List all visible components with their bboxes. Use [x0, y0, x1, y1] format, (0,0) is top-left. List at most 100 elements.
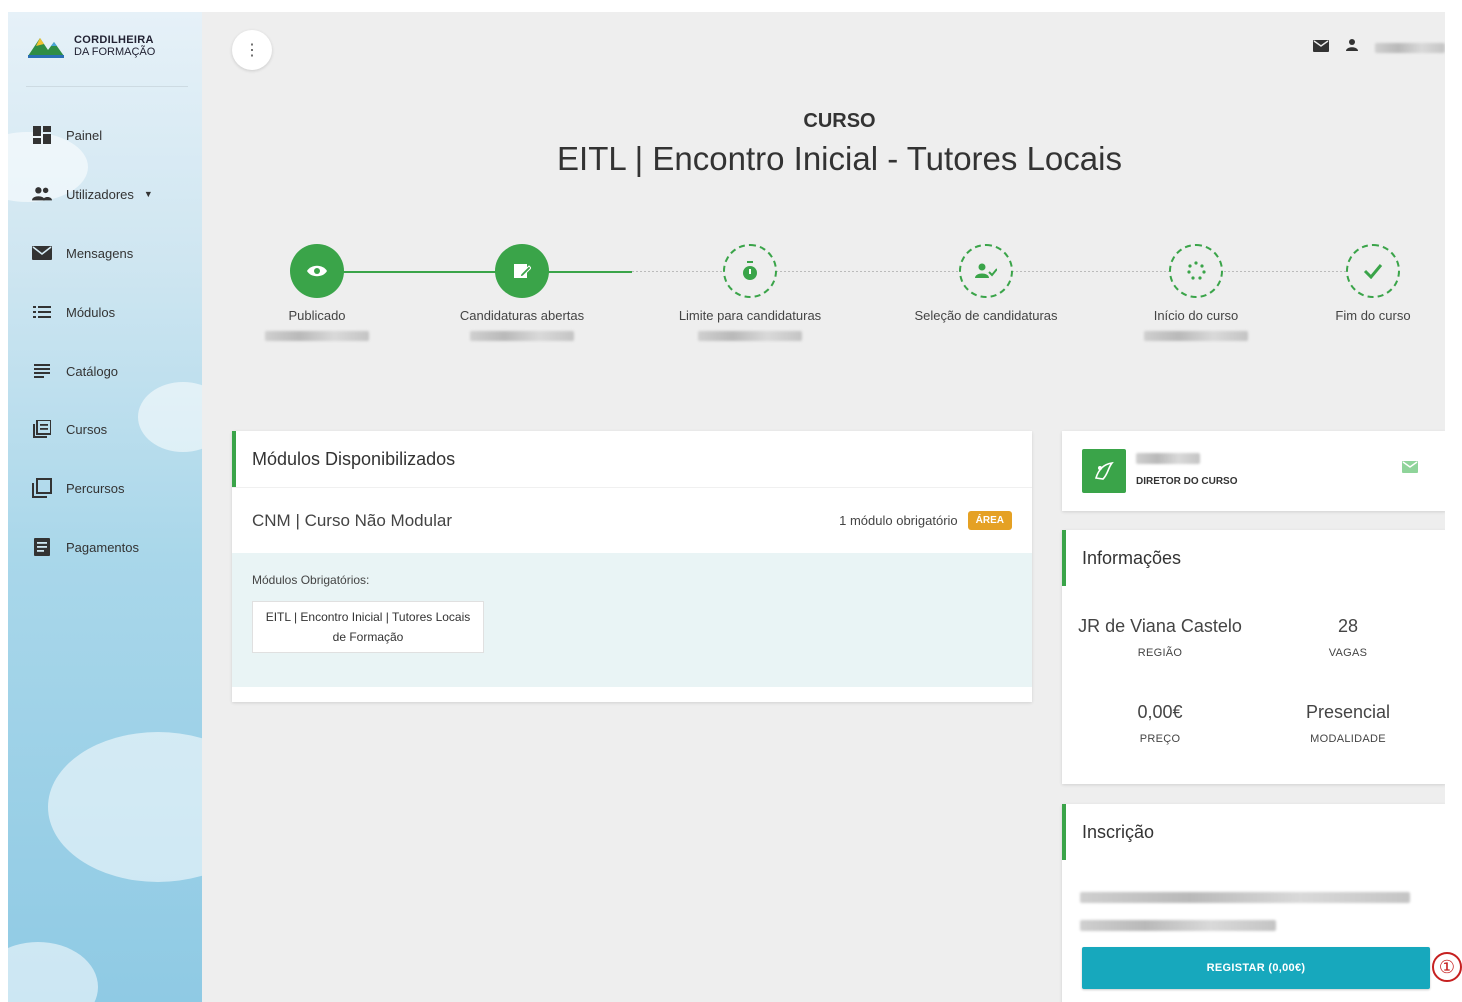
brand-logo[interactable]: CORDILHEIRA DA FORMAÇÃO [26, 32, 155, 60]
register-button[interactable]: REGISTAR (0,00€) [1082, 947, 1430, 989]
director-name-redacted [1136, 453, 1200, 464]
users-icon [32, 184, 52, 204]
sidebar-item-percursos[interactable]: Percursos [32, 478, 125, 498]
topbar-actions [1313, 38, 1445, 57]
step-date-redacted [470, 331, 574, 341]
director-card: DIRETOR DO CURSO [1062, 431, 1445, 511]
sidebar-item-painel[interactable]: Painel [32, 125, 102, 145]
info-region: JR de Viana Castelo REGIÃO [1064, 616, 1256, 659]
user-check-icon [959, 244, 1013, 298]
brand-line-1: CORDILHEIRA [74, 34, 154, 46]
info-card: Informações JR de Viana Castelo REGIÃO 2… [1062, 530, 1445, 784]
step-inicio-curso: Início do curso [1106, 244, 1286, 346]
payments-icon [32, 537, 52, 557]
module-chip[interactable]: EITL | Encontro Inicial | Tutores Locais… [252, 601, 484, 653]
director-avatar [1082, 449, 1126, 493]
sidebar-item-cursos[interactable]: Cursos [32, 419, 107, 439]
sidebar-item-label: Mensagens [66, 245, 134, 261]
list-icon [32, 302, 52, 322]
divider [26, 86, 188, 87]
more-options-button[interactable]: ⋮ [232, 30, 272, 70]
sidebar-item-label: Utilizadores [66, 186, 134, 202]
step-date-redacted [265, 331, 369, 341]
check-icon [1346, 244, 1400, 298]
edit-icon [495, 244, 549, 298]
sidebar-item-label: Painel [66, 127, 103, 143]
sidebar-item-label: Cursos [66, 421, 108, 437]
step-label: Candidaturas abertas [459, 308, 585, 323]
step-publicado: Publicado [227, 244, 407, 346]
user-icon[interactable] [1345, 38, 1359, 57]
signup-note-redacted [1080, 890, 1445, 936]
course-kicker: CURSO [803, 110, 876, 132]
sidebar-item-label: Catálogo [66, 363, 119, 379]
brand-name: CORDILHEIRA DA FORMAÇÃO [74, 34, 155, 58]
step-fim-curso: Fim do curso [1283, 244, 1445, 323]
sidebar-item-utilizadores[interactable]: Utilizadores ▼ [32, 184, 153, 204]
step-limite-candidaturas: Limite para candidaturas [660, 244, 840, 346]
main-content: ⋮ CURSO EITL | Encontro Inicial - Tutore… [202, 12, 1445, 1002]
area-badge: ÁREA [967, 511, 1012, 530]
annotation-marker: ① [1432, 952, 1462, 982]
dashboard-icon [32, 125, 52, 145]
modules-card: Módulos Disponibilizados CNM | Curso Não… [232, 431, 1032, 702]
app-root: CORDILHEIRA DA FORMAÇÃO Painel Utilizado… [0, 0, 1462, 1002]
slots-key: VAGAS [1328, 647, 1368, 659]
cloud-decoration [48, 732, 202, 882]
step-candidaturas-abertas: Candidaturas abertas [432, 244, 612, 346]
module-group-body: Módulos Obrigatórios: EITL | Encontro In… [232, 553, 1032, 687]
module-group-meta: 1 módulo obrigatório ÁREA [839, 511, 1012, 530]
course-title: EITL | Encontro Inicial - Tutores Locais [557, 140, 1122, 177]
step-label: Início do curso [1153, 308, 1239, 323]
mode-value: Presencial [1305, 702, 1391, 722]
step-label: Fim do curso [1335, 308, 1411, 323]
price-key: PREÇO [1139, 733, 1181, 745]
caret-down-icon: ▼ [143, 189, 153, 199]
director-role: DIRETOR DO CURSO [1136, 476, 1238, 487]
brand-line-2: DA FORMAÇÃO [74, 46, 156, 58]
region-value: JR de Viana Castelo [1078, 616, 1242, 636]
sidebar: CORDILHEIRA DA FORMAÇÃO Painel Utilizado… [8, 12, 202, 1002]
loading-icon [1169, 244, 1223, 298]
info-card-header: Informações [1062, 530, 1445, 586]
step-date-redacted [698, 331, 802, 341]
mode-key: MODALIDADE [1310, 733, 1386, 745]
info-price: 0,00€ PREÇO [1064, 702, 1256, 745]
courses-icon [32, 419, 52, 439]
sidebar-item-label: Percursos [66, 480, 125, 496]
price-value: 0,00€ [1137, 702, 1183, 722]
cloud-decoration [138, 382, 202, 452]
sidebar-item-label: Pagamentos [66, 539, 139, 555]
signup-card-header: Inscrição [1062, 804, 1445, 860]
timer-icon [723, 244, 777, 298]
more-vertical-icon: ⋮ [244, 42, 260, 59]
paths-icon [32, 478, 52, 498]
sidebar-item-label: Módulos [66, 304, 116, 320]
catalog-icon [32, 361, 52, 381]
step-label: Publicado [288, 308, 346, 323]
region-key: REGIÃO [1137, 647, 1183, 659]
module-group-row[interactable]: CNM | Curso Não Modular 1 módulo obrigat… [232, 487, 1032, 553]
module-group-title: CNM | Curso Não Modular [252, 510, 452, 530]
sidebar-item-mensagens[interactable]: Mensagens [32, 243, 133, 263]
messages-icon[interactable] [1313, 39, 1329, 57]
mail-icon[interactable] [1402, 460, 1418, 473]
mountain-logo-icon [26, 32, 66, 60]
signup-card: Inscrição REGISTAR (0,00€) [1062, 804, 1445, 1002]
eye-icon [290, 244, 344, 298]
mandatory-count: 1 módulo obrigatório [839, 513, 958, 528]
step-label: Limite para candidaturas [678, 308, 822, 323]
cloud-decoration [8, 942, 98, 1002]
modules-card-header: Módulos Disponibilizados [232, 431, 1032, 487]
sidebar-item-modulos[interactable]: Módulos [32, 302, 115, 322]
mandatory-modules-label: Módulos Obrigatórios: [252, 573, 370, 587]
step-date-redacted [1144, 331, 1248, 341]
user-name-redacted[interactable] [1375, 42, 1445, 53]
sidebar-item-catalogo[interactable]: Catálogo [32, 361, 118, 381]
step-selecao-candidaturas: Seleção de candidaturas [896, 244, 1076, 323]
info-slots: 28 VAGAS [1252, 616, 1444, 659]
sidebar-item-pagamentos[interactable]: Pagamentos [32, 537, 139, 557]
info-mode: Presencial MODALIDADE [1252, 702, 1444, 745]
slots-value: 28 [1337, 616, 1359, 636]
mail-icon [32, 243, 52, 263]
